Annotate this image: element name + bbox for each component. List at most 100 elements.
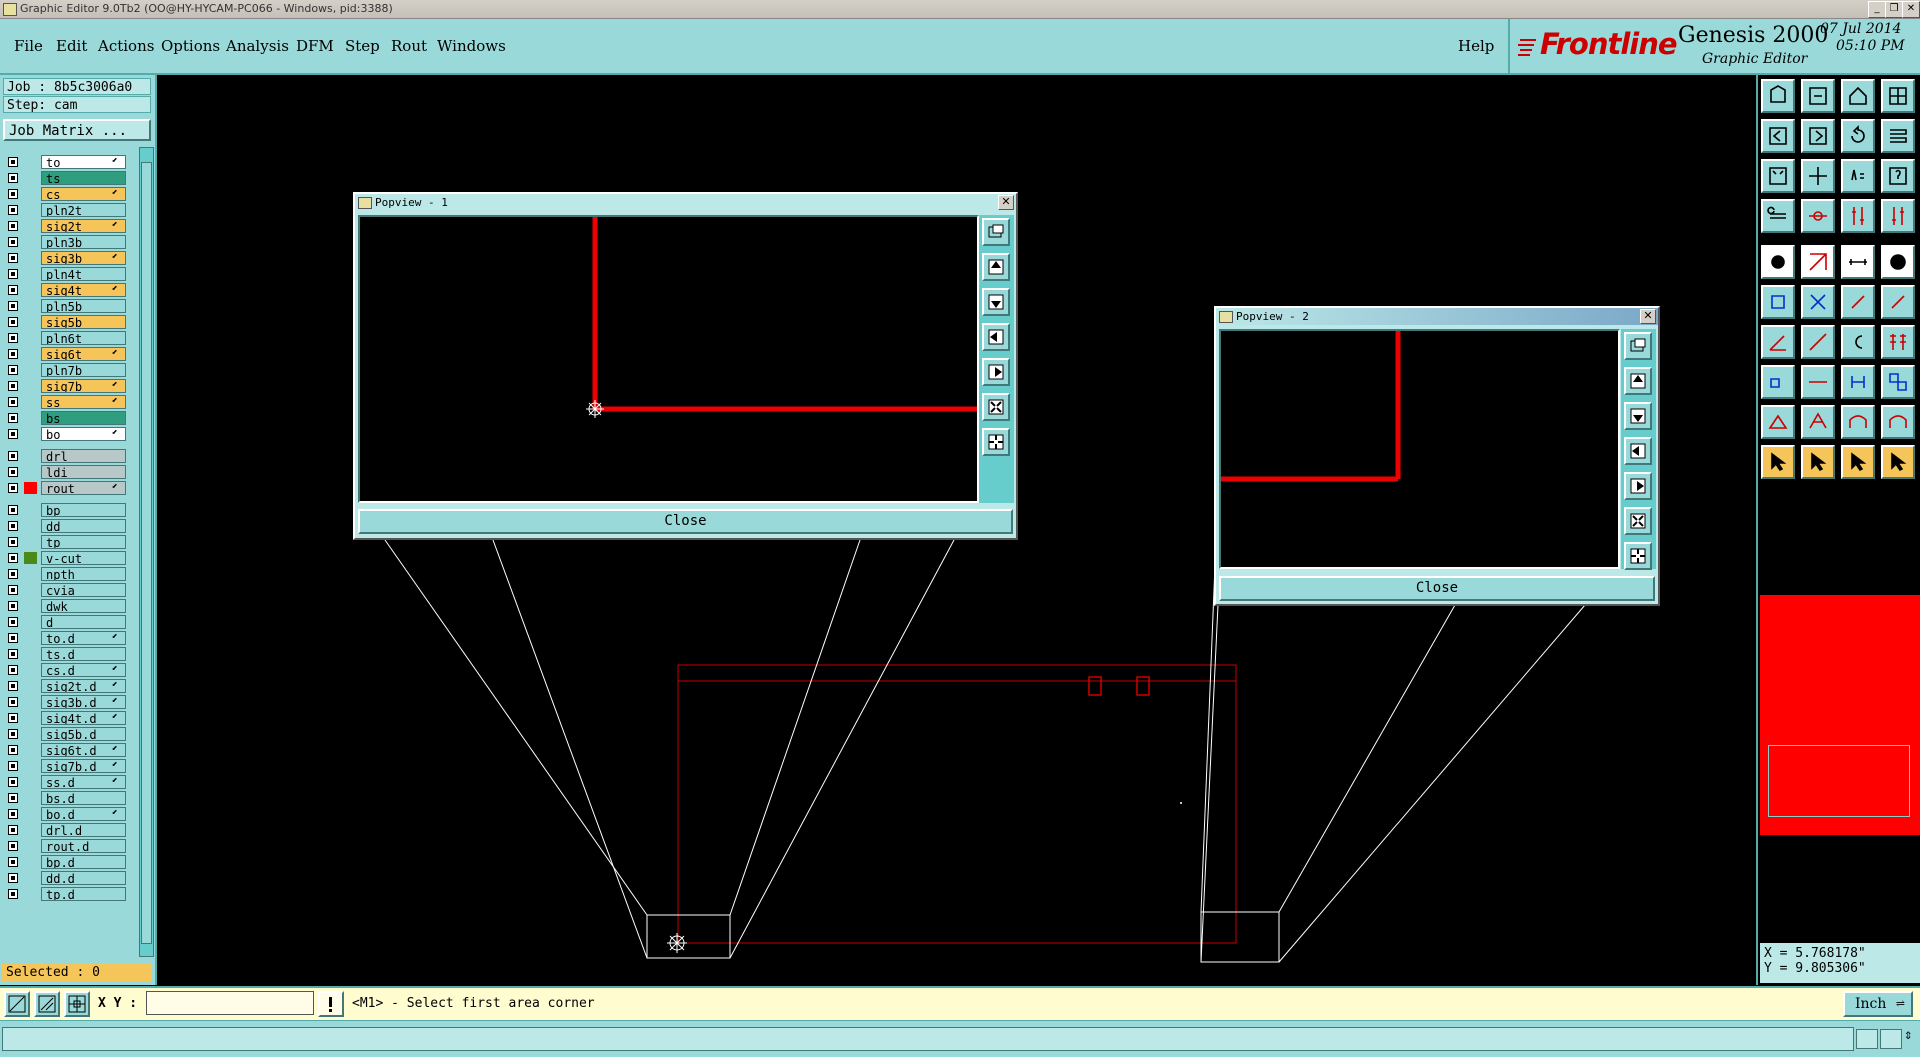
layer-checkbox[interactable] xyxy=(8,777,18,787)
layer-checkbox[interactable] xyxy=(8,617,18,627)
pan-up-icon[interactable] xyxy=(1624,367,1652,395)
minimize-button[interactable]: _ xyxy=(1868,1,1886,18)
layer-color-swatch[interactable] xyxy=(24,536,37,548)
layer-up-icon[interactable] xyxy=(1841,199,1875,233)
layer-checkbox[interactable] xyxy=(8,349,18,359)
layer-name[interactable]: bs.d xyxy=(41,791,126,805)
layer-color-swatch[interactable] xyxy=(24,728,37,740)
layer-color-swatch[interactable] xyxy=(24,584,37,596)
layer-row[interactable]: ldi xyxy=(4,465,126,479)
layer-color-swatch[interactable] xyxy=(24,792,37,804)
layer-checkbox[interactable] xyxy=(8,173,18,183)
layer-row[interactable]: sig4t ⬋ xyxy=(4,283,126,297)
layer-name[interactable]: dd.d xyxy=(41,871,126,885)
pan-right-icon[interactable] xyxy=(1624,472,1652,500)
zoom-out-icon[interactable] xyxy=(1801,159,1835,193)
layer-row[interactable]: dwk xyxy=(4,599,126,613)
layer-checkbox[interactable] xyxy=(8,205,18,215)
layer-color-swatch[interactable] xyxy=(24,552,37,564)
layer-color-swatch[interactable] xyxy=(24,712,37,724)
layer-name[interactable]: pln5b xyxy=(41,299,126,313)
layer-row[interactable]: d xyxy=(4,615,126,629)
layer-checkbox[interactable] xyxy=(8,483,18,493)
layer-checkbox[interactable] xyxy=(8,285,18,295)
popview-2-close-button[interactable]: Close xyxy=(1219,576,1655,601)
layer-row[interactable]: ts.d xyxy=(4,647,126,661)
layer-row[interactable]: drl.d xyxy=(4,823,126,837)
layer-checkbox[interactable] xyxy=(8,253,18,263)
triangle-outline-icon[interactable] xyxy=(1801,405,1835,439)
split-view-icon[interactable] xyxy=(1881,79,1915,113)
layer-color-swatch[interactable] xyxy=(24,332,37,344)
layer-color-swatch[interactable] xyxy=(24,380,37,392)
layer-row[interactable]: pln5b xyxy=(4,299,126,313)
layer-row[interactable]: pln4t xyxy=(4,267,126,281)
layer-row[interactable]: sig3b.d ⬋ xyxy=(4,695,126,709)
restore-button[interactable]: ❐ xyxy=(1885,1,1903,18)
layer-name[interactable]: npth xyxy=(41,567,126,581)
layer-checkbox[interactable] xyxy=(8,553,18,563)
layer-checkbox[interactable] xyxy=(8,761,18,771)
layer-row[interactable]: pln6t xyxy=(4,331,126,345)
layer-checkbox[interactable] xyxy=(8,467,18,477)
layer-name[interactable]: bp xyxy=(41,503,126,517)
cross-icon[interactable] xyxy=(1801,285,1835,319)
layer-color-swatch[interactable] xyxy=(24,220,37,232)
layer-color-swatch[interactable] xyxy=(24,664,37,676)
layer-row[interactable]: tp.d xyxy=(4,887,126,901)
layer-color-swatch[interactable] xyxy=(24,776,37,788)
minimap-viewport[interactable] xyxy=(1768,745,1910,817)
layer-checkbox[interactable] xyxy=(8,745,18,755)
layer-color-swatch[interactable] xyxy=(24,872,37,884)
layer-color-swatch[interactable] xyxy=(24,284,37,296)
layer-color-swatch[interactable] xyxy=(24,428,37,440)
arch-icon[interactable] xyxy=(1841,405,1875,439)
zoom-in-icon[interactable] xyxy=(1624,507,1652,535)
menu-file[interactable]: File xyxy=(14,37,43,55)
select-icon[interactable] xyxy=(1761,365,1795,399)
popview-2-close-x[interactable]: ✕ xyxy=(1640,309,1656,324)
layer-row[interactable]: bo.d ⬋ xyxy=(4,807,126,821)
layer-color-swatch[interactable] xyxy=(24,744,37,756)
layer-checkbox[interactable] xyxy=(8,333,18,343)
layer-color-swatch[interactable] xyxy=(24,450,37,462)
layer-row[interactable]: tp xyxy=(4,535,126,549)
layer-checkbox[interactable] xyxy=(8,825,18,835)
layer-color-swatch[interactable] xyxy=(24,300,37,312)
layer-name[interactable]: d xyxy=(41,615,126,629)
layer-checkbox[interactable] xyxy=(8,189,18,199)
layer-checkbox[interactable] xyxy=(8,221,18,231)
layer-name[interactable]: tp xyxy=(41,535,126,549)
layer-name[interactable]: ldi xyxy=(41,465,126,479)
menu-actions[interactable]: Actions xyxy=(98,37,154,55)
home-icon[interactable] xyxy=(1841,79,1875,113)
layer-color-swatch[interactable] xyxy=(24,316,37,328)
close-window-button[interactable]: ✕ xyxy=(1902,1,1920,18)
layer-color-swatch[interactable] xyxy=(24,348,37,360)
job-matrix-button[interactable]: Job Matrix ... xyxy=(3,119,151,141)
layer-name[interactable]: sig5b xyxy=(41,315,126,329)
popview-1-canvas[interactable] xyxy=(358,215,979,503)
bracket-icon[interactable] xyxy=(1841,365,1875,399)
line-icon[interactable] xyxy=(1801,245,1835,279)
slash-icon[interactable] xyxy=(1801,325,1835,359)
layer-row[interactable]: sig2t ⬋ xyxy=(4,219,126,233)
layer-name[interactable]: rout.d xyxy=(41,839,126,853)
layer-name[interactable]: pln4t xyxy=(41,267,126,281)
layer-row[interactable]: rout ⬋ xyxy=(4,481,126,495)
zoom-fit-icon[interactable] xyxy=(1801,79,1835,113)
layer-scrollbar[interactable] xyxy=(139,147,154,957)
layer-row[interactable]: rout.d xyxy=(4,839,126,853)
layer-checkbox[interactable] xyxy=(8,793,18,803)
layer-color-swatch[interactable] xyxy=(24,504,37,516)
layer-checkbox[interactable] xyxy=(8,397,18,407)
snap-mode-icon[interactable] xyxy=(4,991,30,1017)
layer-checkbox[interactable] xyxy=(8,665,18,675)
layer-row[interactable]: ss ⬋ xyxy=(4,395,126,409)
triangle-icon[interactable] xyxy=(1761,405,1795,439)
pan-up-icon[interactable] xyxy=(982,253,1010,281)
pointer-orange-icon[interactable] xyxy=(1801,445,1835,479)
layer-row[interactable]: sig4t.d ⬋ xyxy=(4,711,126,725)
pan-down-icon[interactable] xyxy=(982,288,1010,316)
circle-icon[interactable] xyxy=(1881,245,1915,279)
